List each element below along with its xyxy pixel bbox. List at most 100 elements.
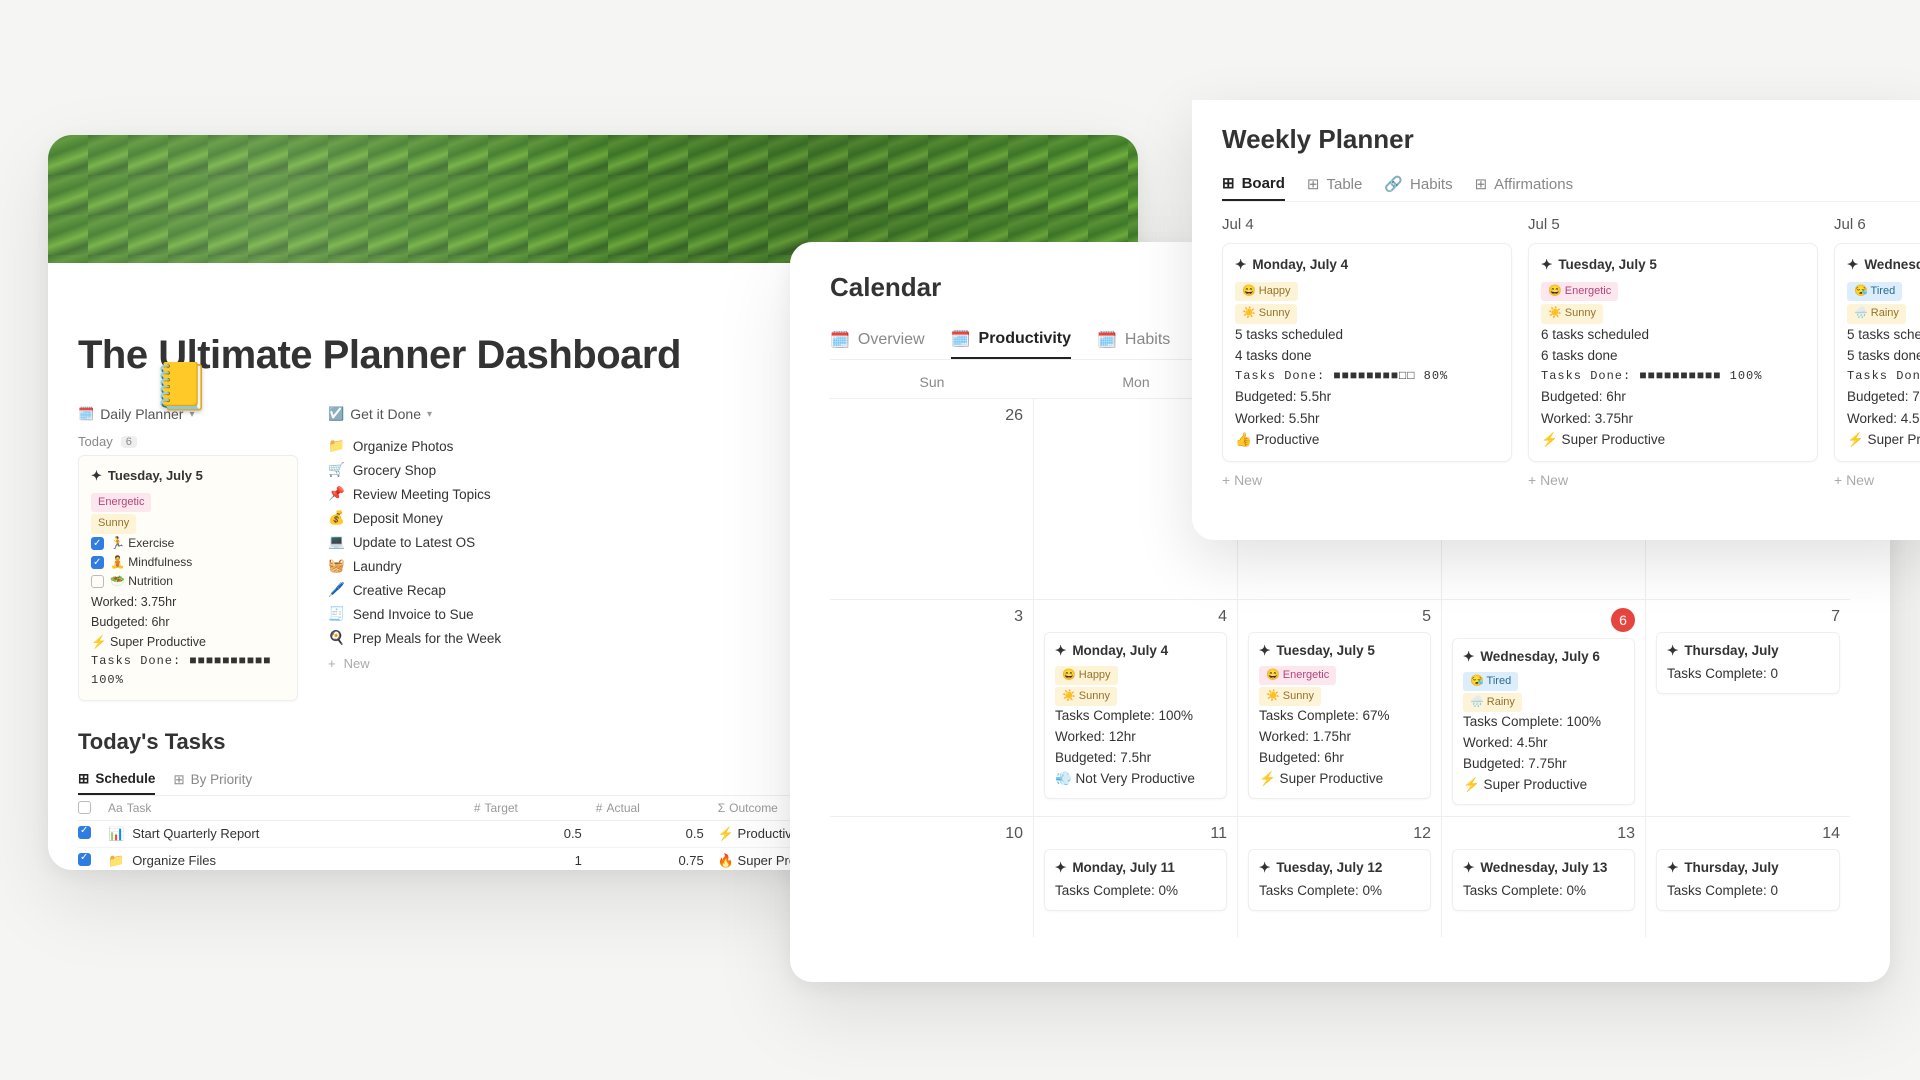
tab-productivity[interactable]: 🗓️Productivity <box>951 321 1071 359</box>
day-card-title: Wednesday, July 13 <box>1480 858 1607 879</box>
cell-date: 11 <box>1044 825 1227 843</box>
new-label: New <box>344 656 370 671</box>
calendar-cell[interactable]: 6 ✦Wednesday, July 6😪 Tired🌧️ RainyTasks… <box>1442 600 1646 816</box>
select-all-checkbox[interactable] <box>78 801 91 814</box>
day-card[interactable]: ✦Thursday, JulyTasks Complete: 0 <box>1656 849 1840 911</box>
day-card[interactable]: ✦Tuesday, July 5😄 Energetic☀️ SunnyTasks… <box>1248 632 1431 799</box>
calendar-cell[interactable]: 26 <box>830 399 1034 599</box>
stat-line: Budgeted: 6hr <box>1259 748 1420 769</box>
tab-habits[interactable]: 🗓️Habits <box>1097 321 1170 359</box>
tasks-done-line: Tasks Done: ■■■■■■■■■■ 100% <box>91 652 285 690</box>
new-card-button[interactable]: + New <box>1834 462 1920 498</box>
task-name: Creative Recap <box>353 583 446 598</box>
calendar-icon: 🗓️ <box>951 329 971 349</box>
tab-label: Table <box>1327 176 1363 193</box>
sparkle-icon: ✦ <box>1541 254 1552 276</box>
day-card-title: Wednesday, July 6 <box>1480 647 1600 668</box>
calendar-cell[interactable]: 5 ✦Tuesday, July 5😄 Energetic☀️ SunnyTas… <box>1238 600 1442 816</box>
calendar-cell[interactable]: 11 ✦Monday, July 11Tasks Complete: 0% <box>1034 817 1238 937</box>
day-card[interactable]: ✦Tuesday, July 12Tasks Complete: 0% <box>1248 849 1431 911</box>
day-card-title: Thursday, July <box>1684 641 1778 662</box>
calendar-cell[interactable]: 7 ✦Thursday, JulyTasks Complete: 0 <box>1646 600 1850 816</box>
page-icon[interactable]: 📒 <box>153 363 205 415</box>
weather-pill: 🌧️ Rainy <box>1847 304 1906 324</box>
col-actual[interactable]: #Actual <box>596 801 718 815</box>
tab-overview[interactable]: 🗓️Overview <box>830 321 925 359</box>
sparkle-icon: ✦ <box>1667 641 1678 662</box>
calendar-cell[interactable]: 13 ✦Wednesday, July 13Tasks Complete: 0% <box>1442 817 1646 937</box>
tab-label: Habits <box>1410 176 1453 193</box>
day-card-title: Tuesday, July 12 <box>1276 858 1382 879</box>
worked-line: Worked: 3.75hr <box>91 592 285 612</box>
stat-line: Worked: 4.5hr <box>1463 733 1624 754</box>
today-card[interactable]: ✦Tuesday, July 5 Energetic Sunny 🏃 Exerc… <box>78 455 298 701</box>
actual-value: 0.5 <box>596 826 718 841</box>
cell-date: 14 <box>1656 825 1840 843</box>
cell-date: 3 <box>840 608 1023 626</box>
tab-by-priority[interactable]: ⊞By Priority <box>173 765 252 795</box>
habit-exercise[interactable]: 🏃 Exercise <box>91 534 285 553</box>
habit-mindfulness[interactable]: 🧘 Mindfulness <box>91 553 285 572</box>
tab-label: Habits <box>1125 331 1170 349</box>
stat-line: Tasks Complete: 0% <box>1259 881 1420 902</box>
weekly-planner-window: Weekly Planner ⊞Board ⊞Table 🔗Habits ⊞Af… <box>1192 100 1920 540</box>
weather-pill: Sunny <box>91 514 136 534</box>
cell-date: 5 <box>1248 608 1431 626</box>
calendar-cell[interactable]: 3 <box>830 600 1034 816</box>
tab-schedule[interactable]: ⊞ Schedule <box>78 765 155 795</box>
row-checkbox[interactable] <box>78 826 91 839</box>
task-icon: 📁 <box>328 438 345 454</box>
productivity-line: ⚡ Super Productive <box>91 632 285 652</box>
col-label: Outcome <box>729 801 778 815</box>
table-icon: ⊞ <box>78 771 89 787</box>
calendar-cell[interactable]: 10 <box>830 817 1034 937</box>
day-card[interactable]: ✦Monday, July 4😄 Happy☀️ SunnyTasks Comp… <box>1044 632 1227 799</box>
tab-label: Schedule <box>95 771 155 786</box>
calendar-cell[interactable]: 12 ✦Tuesday, July 12Tasks Complete: 0% <box>1238 817 1442 937</box>
weekly-column: Jul 5 ✦Tuesday, July 5 😄 Energetic ☀️ Su… <box>1528 216 1818 498</box>
stat-line: ⚡ Super Productive <box>1541 429 1805 451</box>
calendar-icon: 🗓️ <box>78 406 94 422</box>
sparkle-icon: ✦ <box>1235 254 1246 276</box>
stat-line: 5 tasks done <box>1847 345 1920 367</box>
weekly-card[interactable]: ✦Monday, July 4 😄 Happy ☀️ Sunny 5 tasks… <box>1222 243 1512 462</box>
task-name: Organize Photos <box>353 439 454 454</box>
sparkle-icon: ✦ <box>1259 641 1270 662</box>
calendar-cell[interactable]: 14 ✦Thursday, JulyTasks Complete: 0 <box>1646 817 1850 937</box>
stat-line: 5 tasks scheduled <box>1235 324 1499 346</box>
col-target[interactable]: #Target <box>474 801 596 815</box>
day-card-title: Thursday, July <box>1684 858 1778 879</box>
new-card-button[interactable]: + New <box>1222 462 1512 498</box>
cell-date: 10 <box>840 825 1023 843</box>
row-checkbox[interactable] <box>78 853 91 866</box>
stat-line: Worked: 12hr <box>1055 727 1216 748</box>
col-task[interactable]: AaTask <box>108 801 474 815</box>
calendar-cell[interactable]: 4 ✦Monday, July 4😄 Happy☀️ SunnyTasks Co… <box>1034 600 1238 816</box>
day-card[interactable]: ✦Wednesday, July 6😪 Tired🌧️ RainyTasks C… <box>1452 638 1635 805</box>
today-label: Today <box>78 434 113 449</box>
stat-line: Budgeted: 7.5hr <box>1055 748 1216 769</box>
cell-date: 4 <box>1044 608 1227 626</box>
tab-table[interactable]: ⊞ Table <box>1307 167 1362 201</box>
tasks-done-line: Tasks Done: ■■■■■■■■■■ 100% <box>1541 367 1805 386</box>
weekly-card[interactable]: ✦Tuesday, July 5 😄 Energetic ☀️ Sunny 6 … <box>1528 243 1818 462</box>
table-icon: ⊞ <box>1307 175 1320 193</box>
day-card[interactable]: ✦Thursday, JulyTasks Complete: 0 <box>1656 632 1840 694</box>
mood-pill: 😄 Energetic <box>1541 282 1618 302</box>
tab-affirmations[interactable]: ⊞Affirmations <box>1475 167 1574 201</box>
cell-date: 26 <box>840 407 1023 425</box>
today-group: Today 6 <box>78 434 298 449</box>
weekly-column: Jul 4 ✦Monday, July 4 😄 Happy ☀️ Sunny 5… <box>1222 216 1512 498</box>
stat-line: 👍 Productive <box>1235 429 1499 451</box>
day-card-title: Monday, July 4 <box>1072 641 1168 662</box>
task-name: Send Invoice to Sue <box>353 607 474 622</box>
tab-habits[interactable]: 🔗Habits <box>1384 167 1452 201</box>
day-card[interactable]: ✦Monday, July 11Tasks Complete: 0% <box>1044 849 1227 911</box>
get-it-done-label: Get it Done <box>350 406 421 422</box>
habit-nutrition[interactable]: 🥗 Nutrition <box>91 572 285 591</box>
weekly-card[interactable]: ✦Wednesday, July 😪 Tired 🌧️ Rainy 5 task… <box>1834 243 1920 462</box>
new-card-button[interactable]: + New <box>1528 462 1818 498</box>
day-card[interactable]: ✦Wednesday, July 13Tasks Complete: 0% <box>1452 849 1635 911</box>
tab-board[interactable]: ⊞Board <box>1222 167 1285 201</box>
tasks-done-line: Tasks Done: ■■■ <box>1847 367 1920 386</box>
